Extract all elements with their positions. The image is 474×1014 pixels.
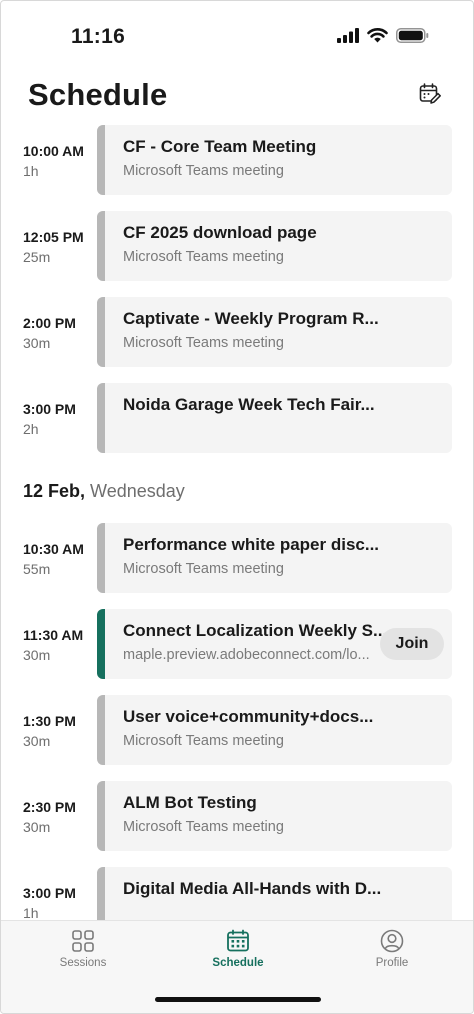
- event-start-time: 1:30 PM: [23, 713, 76, 729]
- event-title: CF 2025 download page: [123, 223, 317, 242]
- event-title: ALM Bot Testing: [123, 793, 257, 812]
- event-start-time: 2:30 PM: [23, 799, 76, 815]
- cellular-signal-icon: [337, 28, 359, 43]
- page-title: Schedule: [28, 77, 168, 112]
- event-subtitle: Microsoft Teams meeting: [123, 733, 284, 749]
- event-color-bar: [97, 781, 105, 851]
- calendar-edit-icon: [419, 83, 441, 104]
- event-start-time: 3:00 PM: [23, 401, 76, 417]
- event-color-bar: [97, 125, 105, 195]
- event-color-bar: [97, 297, 105, 367]
- event-duration: 1h: [23, 163, 39, 179]
- event-time: 3:00 PM 2h: [23, 401, 97, 437]
- event-title: CF - Core Team Meeting: [123, 137, 317, 156]
- event-card[interactable]: Captivate - Weekly Program R... Microsof…: [97, 297, 452, 367]
- calendar-icon: [227, 929, 249, 952]
- event-title: User voice+community+docs...: [123, 707, 374, 726]
- event-start-time: 3:00 PM: [23, 885, 76, 901]
- schedule-row: 12:05 PM 25m CF 2025 download page Micro…: [1, 211, 473, 281]
- event-subtitle: maple.preview.adobeconnect.com/lo...: [123, 647, 370, 663]
- event-color-bar: [97, 523, 105, 593]
- event-card[interactable]: User voice+community+docs... Microsoft T…: [97, 695, 452, 765]
- status-bar: 11:16: [1, 1, 473, 71]
- day-header-weekday: Wednesday: [90, 481, 185, 501]
- grid-icon: [72, 930, 94, 952]
- event-subtitle: Microsoft Teams meeting: [123, 561, 284, 577]
- home-indicator[interactable]: [155, 997, 321, 1002]
- tab-sessions[interactable]: Sessions: [23, 929, 143, 969]
- battery-icon: [396, 28, 429, 43]
- event-duration: 30m: [23, 647, 51, 663]
- event-start-time: 11:30 AM: [23, 627, 84, 643]
- event-card[interactable]: ALM Bot Testing Microsoft Teams meeting: [97, 781, 452, 851]
- tab-schedule[interactable]: Schedule: [178, 929, 298, 969]
- event-title: Connect Localization Weekly S...: [123, 621, 388, 640]
- event-color-bar: [97, 695, 105, 765]
- event-card[interactable]: Performance white paper disc... Microsof…: [97, 523, 452, 593]
- tab-label: Profile: [375, 957, 409, 969]
- event-color-bar-active: [97, 609, 105, 679]
- event-color-bar: [97, 867, 105, 920]
- schedule-row: 2:00 PM 30m Captivate - Weekly Program R…: [1, 297, 473, 367]
- event-start-time: 12:05 PM: [23, 229, 84, 245]
- event-subtitle: Microsoft Teams meeting: [123, 819, 284, 835]
- schedule-list[interactable]: 10:00 AM 1h CF - Core Team Meeting Micro…: [1, 125, 473, 920]
- event-time: 11:30 AM 30m: [23, 627, 97, 663]
- event-title: Digital Media All-Hands with D...: [123, 879, 382, 898]
- event-start-time: 2:00 PM: [23, 315, 76, 331]
- event-duration: 55m: [23, 561, 51, 577]
- event-start-time: 10:00 AM: [23, 143, 84, 159]
- schedule-row: 10:00 AM 1h CF - Core Team Meeting Micro…: [1, 125, 473, 195]
- day-header-date: 12 Feb,: [23, 481, 86, 501]
- event-title: Noida Garage Week Tech Fair...: [123, 395, 375, 414]
- event-duration: 30m: [23, 819, 51, 835]
- event-start-time: 10:30 AM: [23, 541, 84, 557]
- event-duration: 25m: [23, 249, 51, 265]
- header: Schedule: [1, 71, 473, 125]
- day-header: 12 Feb, Wednesday: [23, 481, 185, 502]
- event-time: 10:30 AM 55m: [23, 541, 97, 577]
- event-time: 2:30 PM 30m: [23, 799, 97, 835]
- event-color-bar: [97, 211, 105, 281]
- schedule-row: 1:30 PM 30m User voice+community+docs...…: [1, 695, 473, 765]
- event-time: 10:00 AM 1h: [23, 143, 97, 179]
- tab-label: Schedule: [212, 957, 264, 969]
- schedule-row: 3:00 PM 1h Digital Media All-Hands with …: [1, 867, 473, 920]
- tab-label: Sessions: [59, 957, 107, 969]
- phone-screen: 11:16 Schedule 10:00 AM 1h CF - Core Tea…: [0, 0, 474, 1014]
- schedule-row: 11:30 AM 30m Connect Localization Weekly…: [1, 609, 473, 679]
- status-icons: [337, 28, 429, 43]
- event-card[interactable]: Digital Media All-Hands with D...: [97, 867, 452, 920]
- event-duration: 30m: [23, 733, 51, 749]
- event-card[interactable]: Noida Garage Week Tech Fair...: [97, 383, 452, 453]
- status-time: 11:16: [71, 25, 126, 48]
- event-duration: 1h: [23, 905, 39, 920]
- event-time: 12:05 PM 25m: [23, 229, 97, 265]
- event-title: Performance white paper disc...: [123, 535, 380, 554]
- edit-calendar-button[interactable]: [417, 81, 443, 107]
- event-subtitle: Microsoft Teams meeting: [123, 249, 284, 265]
- event-time: 2:00 PM 30m: [23, 315, 97, 351]
- schedule-row: 2:30 PM 30m ALM Bot Testing Microsoft Te…: [1, 781, 473, 851]
- schedule-row: 10:30 AM 55m Performance white paper dis…: [1, 523, 473, 593]
- wifi-icon: [367, 28, 388, 43]
- event-card-live[interactable]: Connect Localization Weekly S... maple.p…: [97, 609, 452, 679]
- event-subtitle: Microsoft Teams meeting: [123, 163, 284, 179]
- event-time: 1:30 PM 30m: [23, 713, 97, 749]
- event-subtitle: Microsoft Teams meeting: [123, 335, 284, 351]
- event-duration: 30m: [23, 335, 51, 351]
- event-color-bar: [97, 383, 105, 453]
- event-card[interactable]: CF 2025 download page Microsoft Teams me…: [97, 211, 452, 281]
- event-time: 3:00 PM 1h: [23, 885, 97, 920]
- schedule-row: 3:00 PM 2h Noida Garage Week Tech Fair..…: [1, 383, 473, 453]
- event-duration: 2h: [23, 421, 39, 437]
- join-button[interactable]: Join: [380, 628, 444, 660]
- event-card[interactable]: CF - Core Team Meeting Microsoft Teams m…: [97, 125, 452, 195]
- tab-bar: Sessions Schedule Profile: [1, 920, 473, 1013]
- tab-profile[interactable]: Profile: [332, 929, 452, 969]
- profile-icon: [380, 929, 404, 953]
- event-title: Captivate - Weekly Program R...: [123, 309, 379, 328]
